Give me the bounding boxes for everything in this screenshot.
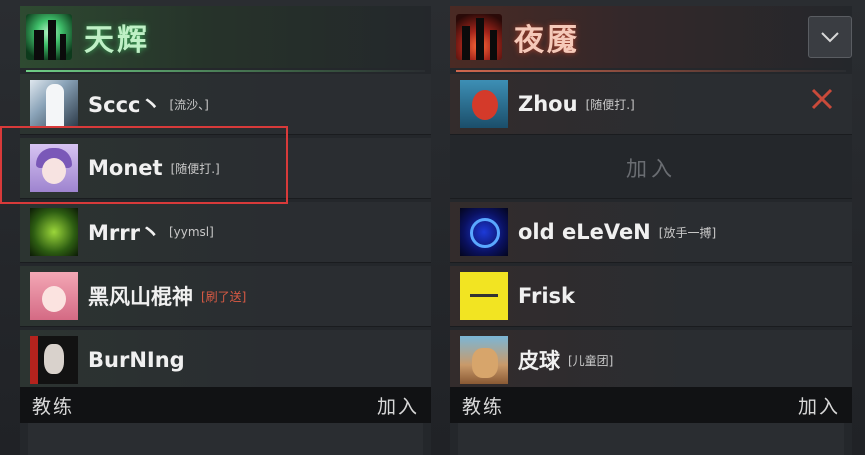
radiant-coach-slot[interactable]	[28, 423, 423, 455]
player-name: 皮球	[518, 349, 560, 373]
avatar	[30, 80, 78, 128]
player-tag: [yymsl]	[168, 225, 214, 239]
player-tag: [流沙、]	[169, 97, 209, 112]
join-slot-button[interactable]: 加入	[450, 138, 852, 198]
dire-header: 夜魇	[450, 6, 852, 68]
dire-header-divider	[456, 70, 846, 72]
player-name: Sccc丶	[88, 93, 162, 117]
player-slot[interactable]: 黑风山棍神 [刷了送]	[20, 266, 431, 327]
radiant-emblem-icon	[26, 14, 72, 60]
radiant-team-name: 天辉	[84, 23, 150, 58]
coach-join-button[interactable]: 加入	[798, 392, 840, 419]
player-slot[interactable]: 皮球 [儿童团]	[450, 330, 852, 391]
radiant-player-list: Sccc丶 [流沙、] Monet [随便打.] Mrrr丶 [yymsl] 黑…	[20, 74, 431, 394]
radiant-team-panel: 天辉 Sccc丶 [流沙、] Monet [随便打.] Mrrr丶 [yymsl…	[20, 6, 431, 455]
dire-team-panel: 夜魇 Zhou [随便打.] 加入 old eLeVeN [放手一搏] Fris…	[450, 6, 852, 455]
radiant-coach-bar: 教练 加入	[20, 387, 431, 423]
player-slot[interactable]: Mrrr丶 [yymsl]	[20, 202, 431, 263]
avatar	[30, 208, 78, 256]
close-icon[interactable]	[806, 86, 838, 118]
dire-emblem-icon	[456, 14, 502, 60]
coach-label: 教练	[462, 395, 505, 418]
player-name: BurNIng	[88, 348, 185, 372]
chevron-down-icon[interactable]	[808, 16, 852, 58]
empty-player-slot[interactable]: 加入	[450, 138, 852, 199]
player-name: 黑风山棍神	[88, 285, 193, 309]
player-tag: [刷了送]	[201, 289, 247, 304]
player-slot[interactable]: old eLeVeN [放手一搏]	[450, 202, 852, 263]
radiant-header: 天辉	[20, 6, 431, 68]
player-tag: [随便打.]	[585, 97, 635, 112]
avatar	[30, 336, 78, 384]
player-name: Frisk	[518, 284, 576, 308]
player-name: Mrrr丶	[88, 221, 161, 245]
radiant-header-divider	[26, 70, 425, 72]
dire-team-name: 夜魇	[514, 23, 580, 58]
avatar	[460, 336, 508, 384]
avatar	[460, 80, 508, 128]
player-slot[interactable]: Frisk	[450, 266, 852, 327]
dire-coach-slot[interactable]	[458, 423, 844, 455]
dire-player-list: Zhou [随便打.] 加入 old eLeVeN [放手一搏] Frisk 皮…	[450, 74, 852, 394]
dire-coach-bar: 教练 加入	[450, 387, 852, 423]
player-slot[interactable]: BurNIng	[20, 330, 431, 391]
coach-label: 教练	[32, 395, 75, 418]
player-name: Zhou	[518, 92, 578, 116]
player-slot[interactable]: Zhou [随便打.]	[450, 74, 852, 135]
player-name: old eLeVeN	[518, 220, 651, 244]
player-tag: [放手一搏]	[658, 225, 717, 240]
player-tag: [儿童团]	[568, 353, 614, 368]
avatar	[460, 272, 508, 320]
avatar	[460, 208, 508, 256]
coach-join-button[interactable]: 加入	[377, 392, 419, 419]
avatar	[30, 272, 78, 320]
highlight-annotation	[0, 126, 288, 204]
